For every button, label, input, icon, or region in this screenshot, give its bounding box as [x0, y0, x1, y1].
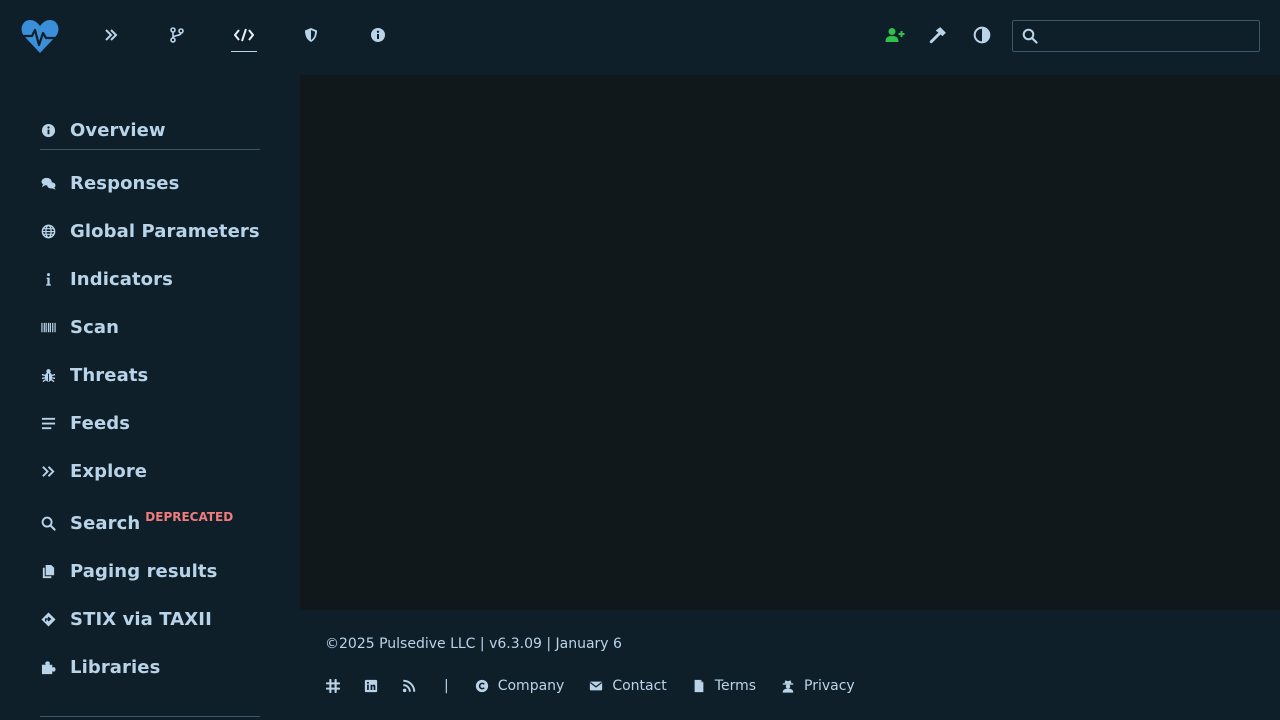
add-user-icon [885, 28, 905, 42]
footer-copyright: ©2025 Pulsedive LLC | v6.3.09 | January … [325, 636, 622, 652]
info-icon [40, 271, 56, 287]
info-nav-button[interactable] [365, 22, 391, 48]
sidebar-item-label: Paging results [70, 560, 218, 582]
footer-links: | Company Contact Terms Privacy [325, 676, 855, 696]
sidebar-item-threats[interactable]: Threats [40, 359, 260, 391]
linkedin-icon[interactable] [363, 678, 379, 694]
envelope-icon [588, 678, 604, 694]
search-box[interactable] [1012, 20, 1260, 52]
sidebar-item-label: STIX via TAXII [70, 608, 212, 630]
barcode-icon [40, 319, 56, 335]
search-icon [1022, 28, 1038, 44]
sidebar-item-overview[interactable]: Overview [40, 114, 260, 146]
sidebar-item-indicators[interactable]: Indicators [40, 263, 260, 295]
sidebar-item-label: Threats [70, 364, 149, 386]
diamond-arrow-icon [40, 611, 56, 627]
double-chevron-icon [105, 29, 118, 41]
globe-icon [40, 223, 56, 239]
sidebar-item-global-parameters[interactable]: Global Parameters [40, 215, 260, 247]
search-input[interactable] [1038, 21, 1259, 51]
top-bar [0, 0, 1280, 70]
sidebar-item-libraries[interactable]: Libraries [40, 651, 260, 683]
sidebar-item-paging-results[interactable]: Paging results [40, 555, 260, 587]
code-branch-icon [170, 27, 184, 43]
footer-separator: | [444, 678, 449, 694]
sidebar-item-responses[interactable]: Responses [40, 167, 260, 199]
sidebar-divider [40, 716, 260, 717]
user-secret-icon [780, 678, 796, 694]
contrast-icon [973, 26, 991, 44]
sidebar-item-search[interactable]: Search DEPRECATED [40, 507, 260, 539]
info-circle-icon [371, 28, 385, 42]
sidebar-item-feeds[interactable]: Feeds [40, 407, 260, 439]
info-circle-icon [40, 122, 56, 138]
file-icon [691, 678, 707, 694]
slack-icon[interactable] [325, 678, 341, 694]
add-user-button[interactable] [884, 24, 906, 46]
sidebar-item-label: Overview [70, 119, 166, 141]
pulsedive-logo[interactable] [20, 17, 60, 55]
list-icon [40, 415, 56, 431]
theme-toggle-button[interactable] [971, 24, 993, 46]
footer-link-label: Company [497, 678, 565, 694]
sidebar-item-label: Indicators [70, 268, 173, 290]
footer-link-contact[interactable]: Contact [588, 678, 667, 694]
rss-icon[interactable] [401, 678, 417, 694]
sidebar-item-label: Feeds [70, 412, 131, 434]
content-panel [300, 75, 1280, 610]
tools-button[interactable] [927, 24, 949, 46]
footer-link-label: Contact [612, 678, 667, 694]
sidebar-item-label: Responses [70, 172, 180, 194]
shield-icon [305, 28, 317, 42]
footer-link-terms[interactable]: Terms [691, 678, 756, 694]
explore-nav-button[interactable] [98, 22, 124, 48]
sidebar-item-explore[interactable]: Explore [40, 455, 260, 487]
footer-link-label: Privacy [804, 678, 855, 694]
double-chevron-icon [40, 463, 56, 479]
copy-icon [40, 563, 56, 579]
copyright-icon [474, 678, 490, 694]
footer-link-label: Terms [714, 678, 757, 694]
deprecated-badge: DEPRECATED [145, 510, 234, 524]
hammer-icon [929, 27, 946, 44]
sidebar-item-stix-via-taxii[interactable]: STIX via TAXII [40, 603, 260, 635]
sidebar-item-scan[interactable]: Scan [40, 311, 260, 343]
sidebar-item-label: Search [70, 512, 141, 534]
sidebar-divider [40, 149, 260, 150]
bug-icon [40, 367, 56, 383]
puzzle-icon [40, 659, 56, 675]
sidebar-item-label: Global Parameters [70, 220, 260, 242]
sidebar: Overview Responses Global Parameters Ind… [0, 70, 300, 720]
sidebar-item-label: Scan [70, 316, 119, 338]
search-icon [40, 515, 56, 531]
code-icon [234, 28, 254, 42]
footer-link-privacy[interactable]: Privacy [780, 678, 855, 694]
sidebar-item-label: Explore [70, 460, 148, 482]
footer-link-company[interactable]: Company [474, 678, 565, 694]
branch-nav-button[interactable] [164, 22, 190, 48]
security-nav-button[interactable] [298, 22, 324, 48]
comments-icon [40, 175, 56, 191]
sidebar-item-label: Libraries [70, 656, 161, 678]
api-nav-button[interactable] [231, 22, 257, 52]
